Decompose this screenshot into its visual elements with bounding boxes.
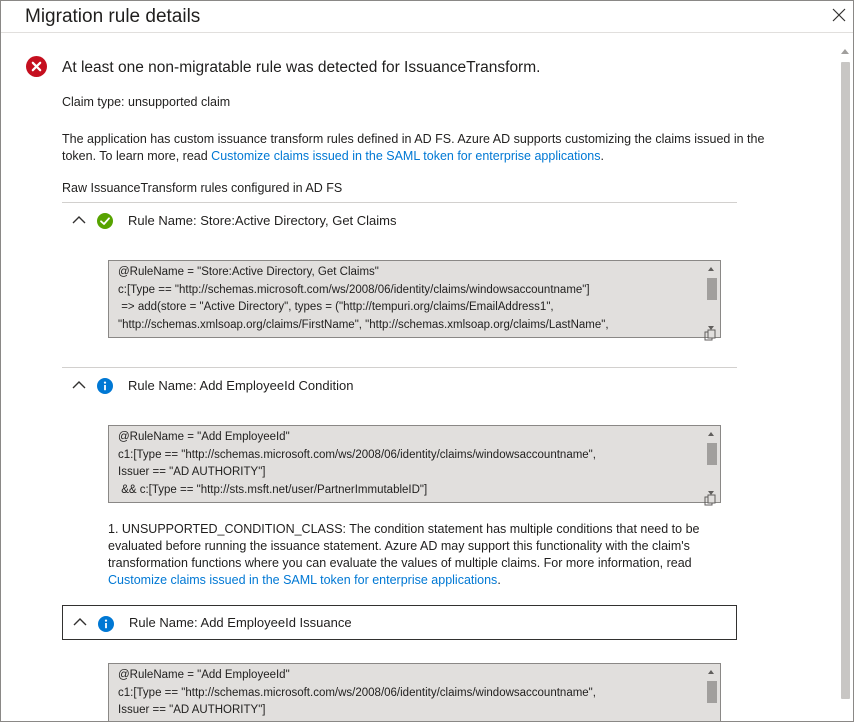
description-text: The application has custom issuance tran… (62, 131, 782, 165)
close-icon[interactable] (829, 5, 849, 25)
code-scrollbar[interactable] (705, 665, 719, 721)
info-circle-icon (98, 616, 114, 632)
code-scrollbar-thumb[interactable] (707, 681, 717, 703)
chevron-up-icon[interactable] (72, 215, 86, 225)
rule-code[interactable]: @RuleName = "Add EmployeeId" c1:[Type ==… (118, 429, 703, 499)
rule-code-box[interactable]: @RuleName = "Store:Active Directory, Get… (108, 260, 721, 338)
scrollbar-thumb[interactable] (841, 62, 850, 699)
code-scrollbar-thumb[interactable] (707, 443, 717, 465)
code-scrollbar[interactable] (705, 427, 719, 501)
check-circle-icon (97, 213, 113, 229)
code-scroll-up-icon[interactable] (708, 670, 714, 674)
error-message: At least one non-migratable rule was det… (62, 59, 541, 76)
rule-header-store-get-claims[interactable]: Rule Name: Store:Active Directory, Get C… (62, 204, 737, 236)
rule-code[interactable]: @RuleName = "Store:Active Directory, Get… (118, 264, 703, 334)
migration-rule-details-panel: Migration rule details At least one non-… (0, 0, 854, 722)
rule-name: Rule Name: Add EmployeeId Issuance (129, 615, 352, 630)
info-circle-icon (97, 378, 113, 394)
claim-type-label: Claim type: unsupported claim (62, 95, 231, 109)
panel-title: Migration rule details (25, 6, 201, 27)
error-circle-icon (26, 56, 47, 77)
customize-claims-link[interactable]: Customize claims issued in the SAML toke… (211, 149, 600, 163)
rule-code[interactable]: @RuleName = "Add EmployeeId" c1:[Type ==… (118, 667, 703, 720)
rule-code-box[interactable]: @RuleName = "Add EmployeeId" c1:[Type ==… (108, 425, 721, 503)
code-scroll-up-icon[interactable] (708, 267, 714, 271)
customize-claims-link[interactable]: Customize claims issued in the SAML toke… (108, 573, 497, 587)
rule-header-add-employeeid-condition[interactable]: Rule Name: Add EmployeeId Condition (62, 369, 737, 401)
rule-note: 1. UNSUPPORTED_CONDITION_CLASS: The cond… (108, 521, 728, 589)
chevron-up-icon[interactable] (73, 617, 87, 627)
scroll-up-arrow-icon[interactable] (841, 49, 849, 54)
rule-code-box[interactable]: @RuleName = "Add EmployeeId" c1:[Type ==… (108, 663, 721, 721)
chevron-up-icon[interactable] (72, 380, 86, 390)
section-divider (62, 202, 737, 203)
code-scroll-up-icon[interactable] (708, 432, 714, 436)
description-suffix: . (600, 149, 604, 163)
section-divider (62, 367, 737, 368)
code-scrollbar-thumb[interactable] (707, 278, 717, 300)
rule-name: Rule Name: Store:Active Directory, Get C… (128, 213, 397, 228)
copy-icon[interactable] (704, 494, 716, 506)
note-body: 1. UNSUPPORTED_CONDITION_CLASS: The cond… (108, 522, 700, 570)
rule-header-add-employeeid-issuance[interactable]: Rule Name: Add EmployeeId Issuance (62, 605, 737, 640)
header-divider (1, 32, 853, 33)
copy-icon[interactable] (704, 329, 716, 341)
rule-name: Rule Name: Add EmployeeId Condition (128, 378, 354, 393)
note-suffix: . (497, 573, 501, 587)
panel-scrollbar[interactable] (839, 45, 852, 721)
raw-rules-heading: Raw IssuanceTransform rules configured i… (62, 181, 343, 195)
code-scrollbar[interactable] (705, 262, 719, 336)
